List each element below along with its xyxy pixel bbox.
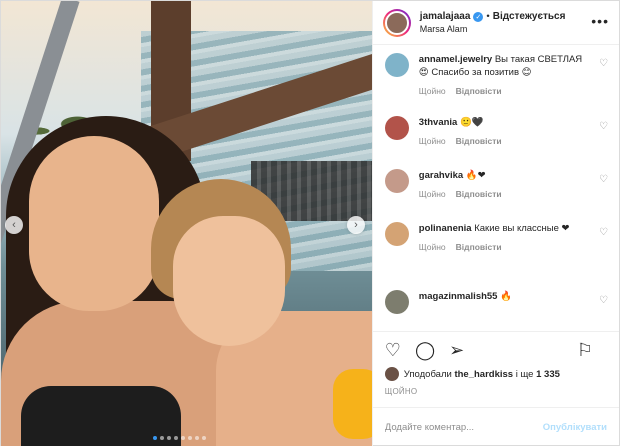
verified-badge-icon: ✓ — [473, 11, 484, 22]
avatar — [384, 10, 409, 35]
like-comment-icon[interactable]: ♡ — [599, 296, 609, 306]
instagram-post: ‹ › jamalajaaa ✓ • Відстежується Marsa A… — [0, 0, 620, 446]
like-comment-icon[interactable]: ♡ — [599, 175, 609, 185]
comment-item: garahvika 🔥❤ Щойно Відповісти ♡ — [384, 169, 609, 222]
likes-summary: Уподобали the_hardkiss і ще 1 335 — [373, 367, 619, 381]
carousel-dot — [153, 436, 157, 440]
carousel-dot — [202, 436, 206, 440]
next-slide-button[interactable]: › — [347, 216, 365, 234]
comment-avatar[interactable] — [384, 290, 409, 314]
comment-item: 3thvania 🙂🖤 Щойно Відповісти ♡ — [384, 116, 609, 169]
post-timestamp[interactable]: ЩОЙНО — [373, 381, 619, 407]
comment-username[interactable]: 3thvania — [419, 117, 458, 128]
likes-count[interactable]: 1 335 — [536, 369, 560, 380]
reply-button[interactable]: Відповісти — [456, 135, 502, 148]
photo-boy-face — [173, 216, 285, 346]
author-info: jamalajaaa ✓ • Відстежується Marsa Alam — [420, 11, 566, 34]
post-photo[interactable]: ‹ › — [1, 1, 372, 446]
carousel-dot — [195, 436, 199, 440]
comments-list[interactable]: annamel.jewelry Вы такая СВЕТЛАЯ😍 Спасиб… — [373, 45, 619, 331]
likes-suffix: і ще — [515, 368, 534, 380]
like-comment-icon[interactable]: ♡ — [599, 59, 609, 69]
follow-status-button[interactable]: Відстежується — [493, 11, 566, 22]
more-options-icon[interactable]: ••• — [591, 13, 609, 29]
comment-item: magazinmalish55 🔥 ♡ — [384, 290, 609, 320]
like-comment-icon[interactable]: ♡ — [599, 228, 609, 238]
post-actions: ♡ ◯ ➢ ⚐ — [372, 331, 619, 367]
reply-button[interactable]: Відповісти — [456, 241, 502, 254]
post-sidebar: jamalajaaa ✓ • Відстежується Marsa Alam … — [371, 1, 619, 446]
comment-username[interactable]: magazinmalish55 — [419, 291, 498, 302]
comment-avatar[interactable] — [384, 53, 409, 77]
comment-time[interactable]: Щойно — [419, 188, 446, 201]
comment-text: 🙂🖤 — [459, 117, 484, 128]
comment-avatar[interactable] — [384, 116, 409, 140]
carousel-dot — [167, 436, 171, 440]
like-heart-icon[interactable]: ♡ — [385, 341, 401, 359]
post-header: jamalajaaa ✓ • Відстежується Marsa Alam … — [372, 1, 619, 45]
comment-text: 🔥❤ — [465, 170, 486, 181]
comment-bubble-icon[interactable]: ◯ — [415, 341, 435, 359]
carousel-dot — [174, 436, 178, 440]
comment-text: Какие вы классные ❤ — [474, 223, 570, 234]
photo-float — [333, 369, 372, 439]
likes-prefix: Уподобали — [403, 368, 452, 380]
comment-input[interactable] — [384, 422, 543, 433]
carousel-dot — [188, 436, 192, 440]
liker-avatar — [384, 367, 399, 381]
reply-button[interactable]: Відповісти — [456, 188, 502, 201]
comment-username[interactable]: polinanenia — [419, 223, 472, 234]
comment-time[interactable]: Щойно — [419, 85, 446, 98]
comment-item: annamel.jewelry Вы такая СВЕТЛАЯ😍 Спасиб… — [384, 53, 609, 116]
carousel-dot — [160, 436, 164, 440]
add-comment-bar: Опублікувати — [372, 407, 619, 446]
publish-button[interactable]: Опублікувати — [543, 422, 607, 433]
reply-button[interactable]: Відповісти — [456, 85, 502, 98]
carousel-dot — [181, 436, 185, 440]
comment-time[interactable]: Щойно — [419, 135, 446, 148]
comment-avatar[interactable] — [384, 222, 409, 246]
like-comment-icon[interactable]: ♡ — [599, 122, 609, 132]
post-location[interactable]: Marsa Alam — [420, 24, 566, 34]
author-avatar[interactable] — [382, 8, 411, 37]
comment-username[interactable]: annamel.jewelry — [419, 54, 492, 65]
liker-username[interactable]: the_hardkiss — [454, 369, 513, 380]
comment-username[interactable]: garahvika — [419, 170, 463, 181]
photo-woman-face — [29, 136, 159, 311]
bookmark-icon[interactable]: ⚐ — [577, 341, 593, 359]
share-send-icon[interactable]: ➢ — [449, 341, 464, 359]
comment-time[interactable]: Щойно — [419, 241, 446, 254]
comment-avatar[interactable] — [384, 169, 409, 193]
chevron-right-icon: › — [354, 219, 358, 231]
chevron-left-icon: ‹ — [12, 219, 16, 231]
carousel-dots — [153, 436, 206, 440]
separator-dot: • — [486, 11, 490, 22]
author-username[interactable]: jamalajaaa — [420, 11, 471, 22]
previous-slide-button[interactable]: ‹ — [5, 216, 23, 234]
comment-text: 🔥 — [500, 291, 512, 302]
comment-item: polinanenia Какие вы классные ❤ Щойно Від… — [384, 222, 609, 290]
